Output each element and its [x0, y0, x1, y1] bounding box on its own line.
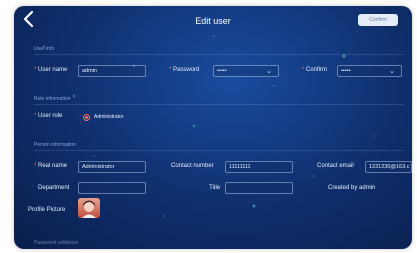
user-role-label: * User role: [34, 113, 63, 119]
department-input[interactable]: [78, 182, 146, 194]
confirm-visibility-icon[interactable]: ⌄: [389, 67, 395, 76]
contact-email-label: Contact email: [317, 163, 354, 169]
confirm-password-input[interactable]: ••••• ⌄: [337, 65, 402, 77]
page-title: Edit user: [195, 16, 231, 26]
real-name-input[interactable]: Administrator: [78, 161, 146, 173]
section-password-validation: Password validation: [34, 240, 79, 246]
section-divider: [34, 54, 404, 55]
section-divider: [34, 150, 404, 151]
contact-email-input[interactable]: 1231230@163.c: [365, 161, 412, 173]
section-role-info: Role information: [34, 96, 71, 102]
radio-icon[interactable]: [83, 114, 90, 121]
username-label: * User name: [34, 67, 68, 73]
contact-number-label: Contact number: [171, 163, 214, 169]
role-radio-administrator[interactable]: [83, 114, 90, 121]
password-visibility-icon[interactable]: ⌄: [266, 67, 272, 76]
profile-picture-avatar[interactable]: [78, 198, 100, 218]
created-by-label: Created by admin: [328, 185, 376, 191]
title-input[interactable]: [225, 182, 293, 194]
confirm-password-label: * Confirm: [302, 67, 328, 73]
department-label: Department: [38, 185, 70, 191]
confirm-button[interactable]: Confirm: [358, 14, 398, 26]
profile-picture-label: Profile Picture: [28, 207, 66, 213]
contact-number-input[interactable]: 11111111: [225, 161, 293, 173]
real-name-label: * Real name: [34, 163, 68, 169]
background-stars: [14, 6, 412, 249]
edit-user-screen: Edit user Confirm User info * User name …: [14, 6, 412, 249]
password-label: * Password: [169, 67, 200, 73]
title-label: Title: [209, 185, 221, 191]
password-input[interactable]: ••••• ⌄: [213, 65, 279, 77]
section-person-info: Person information: [34, 142, 76, 148]
username-input[interactable]: admin: [78, 65, 146, 77]
section-divider: [34, 104, 404, 105]
avatar-face-icon: [82, 200, 96, 218]
role-option-label: Administrator: [94, 114, 124, 120]
section-user-info: User info: [34, 46, 55, 52]
created-by-value: admin: [359, 185, 376, 191]
